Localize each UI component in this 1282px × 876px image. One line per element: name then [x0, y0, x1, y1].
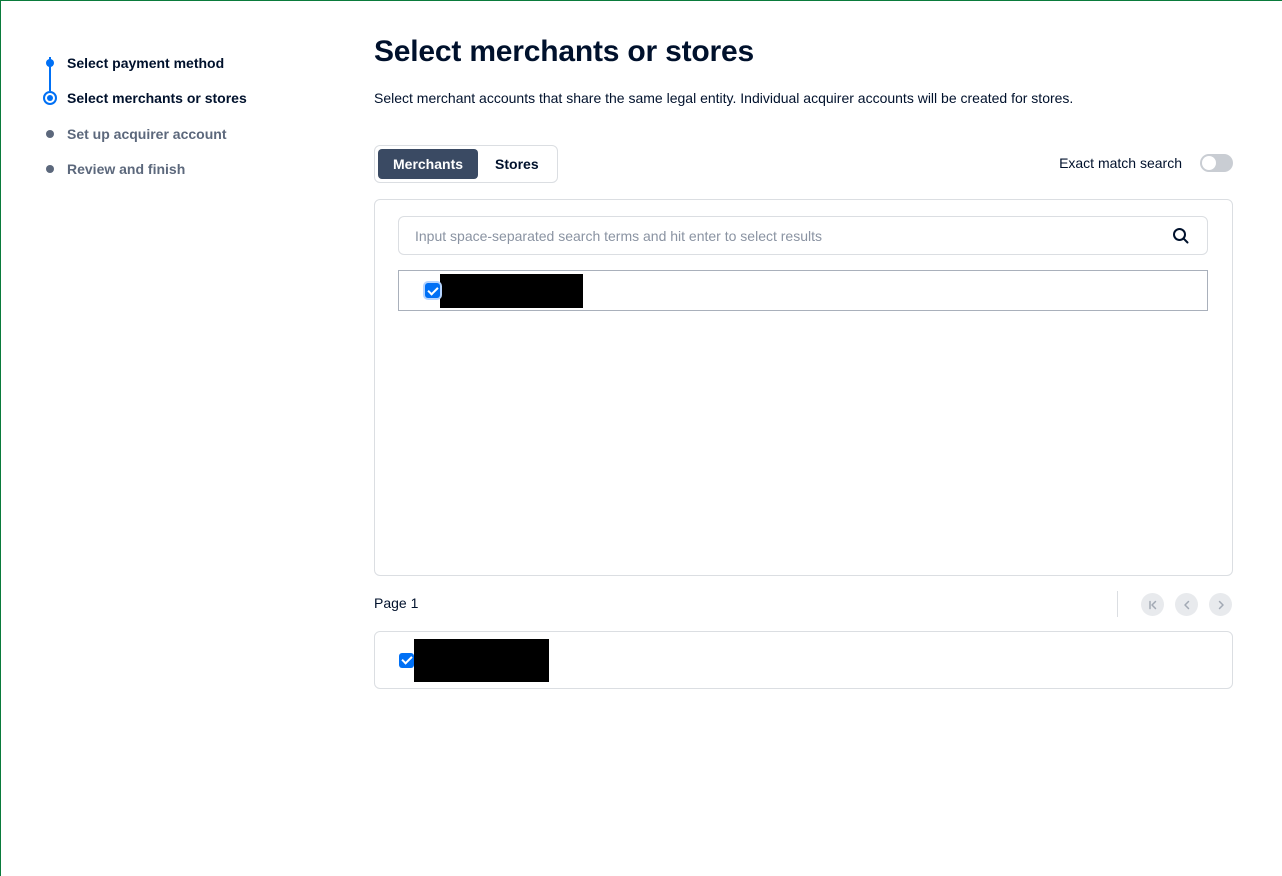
page-indicator: Page 1 — [374, 595, 419, 611]
result-label: HeritBerlinCrigenCAT — [440, 273, 583, 308]
search-input[interactable] — [415, 227, 1171, 244]
first-page-icon — [1148, 600, 1156, 609]
search-icon[interactable] — [1171, 226, 1191, 246]
toolbar: Merchants Stores Exact match search — [374, 145, 1233, 183]
exact-match-search: Exact match search — [1059, 154, 1233, 172]
search-box — [398, 216, 1208, 255]
selected-item-checkbox[interactable] — [399, 652, 414, 668]
step-select-payment-method[interactable]: Select payment method — [41, 45, 331, 81]
main-content: Select merchants or stores Select mercha… — [374, 33, 1233, 689]
app-frame: Select payment method Select merchants o… — [0, 0, 1282, 876]
step-label: Select payment method — [67, 54, 225, 71]
next-page-button[interactable] — [1209, 593, 1232, 616]
step-pending-icon — [46, 165, 54, 174]
chevron-right-icon — [1218, 600, 1224, 609]
previous-page-button[interactable] — [1175, 593, 1198, 616]
step-complete-icon — [46, 58, 54, 67]
toggle-knob — [1202, 156, 1216, 170]
merchants-stores-switch: Merchants Stores — [374, 145, 558, 183]
exact-match-label: Exact match search — [1059, 155, 1182, 171]
step-label: Set up acquirer account — [67, 125, 227, 142]
step-select-merchants-or-stores[interactable]: Select merchants or stores — [41, 81, 331, 117]
step-label: Select merchants or stores — [67, 90, 247, 107]
first-page-button[interactable] — [1141, 593, 1164, 616]
step-label: Review and finish — [67, 161, 186, 178]
page-title: Select merchants or stores — [374, 35, 754, 68]
step-current-icon — [43, 91, 57, 106]
selected-items-panel: HeritBerlinCrigenCAT — [374, 631, 1233, 689]
tab-stores[interactable]: Stores — [480, 149, 554, 179]
page-description: Select merchant accounts that share the … — [374, 90, 1074, 106]
search-panel: HeritBerlinCrigenCAT — [374, 199, 1233, 576]
tab-merchants[interactable]: Merchants — [378, 149, 479, 179]
step-pending-icon — [46, 129, 54, 138]
pagination: Page 1 — [374, 591, 1233, 617]
step-review-and-finish: Review and finish — [41, 152, 331, 188]
search-result-row[interactable]: HeritBerlinCrigenCAT — [398, 270, 1208, 311]
exact-match-toggle[interactable] — [1200, 154, 1233, 172]
stepper: Select payment method Select merchants o… — [41, 45, 331, 187]
selected-item-label: HeritBerlinCrigenCAT — [414, 638, 549, 682]
chevron-left-icon — [1183, 600, 1189, 609]
step-set-up-acquirer-account: Set up acquirer account — [41, 116, 331, 152]
pagination-divider — [1117, 591, 1118, 617]
result-checkbox[interactable] — [425, 283, 440, 298]
